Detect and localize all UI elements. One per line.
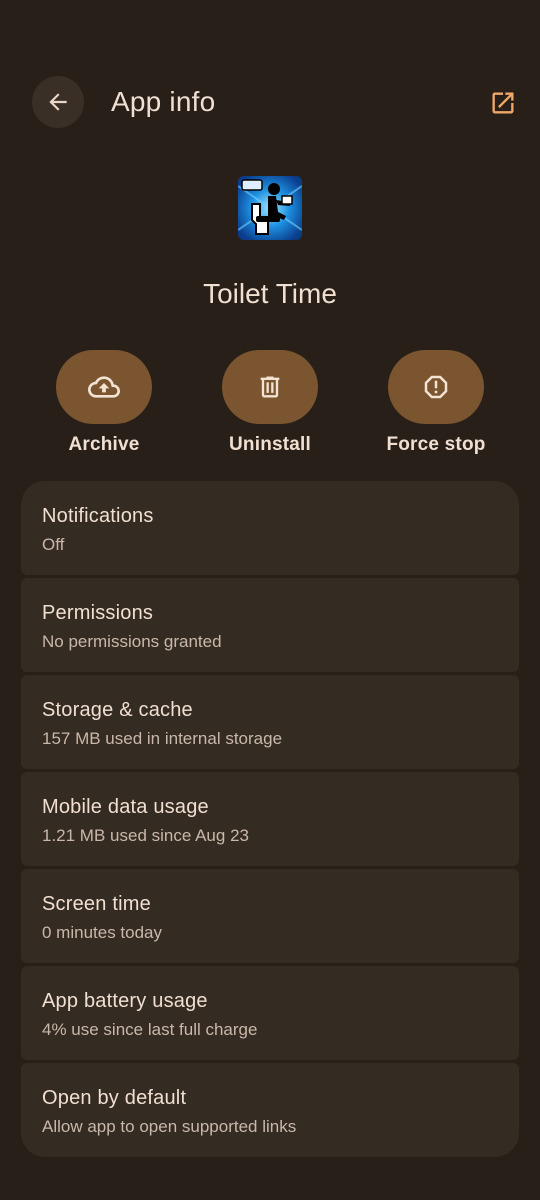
item-title: Notifications bbox=[42, 505, 154, 527]
item-subtitle: 157 MB used in internal storage bbox=[42, 729, 283, 748]
cloud-upload-icon bbox=[88, 376, 120, 398]
open-by-default-item[interactable]: Open by default Allow app to open suppor… bbox=[21, 1063, 519, 1157]
page-title: App info bbox=[111, 86, 216, 117]
item-title: App battery usage bbox=[42, 990, 208, 1012]
top-app-bar: App info bbox=[0, 0, 540, 205]
app-name: Toilet Time bbox=[203, 278, 337, 309]
force-stop-button[interactable]: Force stop bbox=[356, 350, 516, 456]
back-button[interactable] bbox=[32, 76, 84, 128]
open-app-button[interactable] bbox=[488, 88, 518, 118]
alert-octagon-icon bbox=[424, 375, 448, 399]
app-icon bbox=[238, 176, 302, 240]
arrow-back-icon bbox=[49, 93, 67, 111]
item-subtitle: 0 minutes today bbox=[42, 923, 163, 942]
item-title: Permissions bbox=[42, 602, 154, 624]
uninstall-label: Uninstall bbox=[228, 434, 312, 455]
open-in-new-icon bbox=[492, 92, 514, 114]
toilet-time-app-icon bbox=[238, 176, 302, 240]
action-buttons: Archive Uninstall Force stop bbox=[0, 350, 540, 460]
archive-label: Archive bbox=[68, 434, 140, 455]
settings-list: Notifications Off Permissions No permiss… bbox=[21, 481, 519, 1160]
item-subtitle: Off bbox=[42, 535, 65, 554]
item-subtitle: 1.21 MB used since Aug 23 bbox=[42, 826, 249, 845]
force-stop-label: Force stop bbox=[386, 434, 486, 455]
archive-button[interactable]: Archive bbox=[24, 350, 184, 456]
item-subtitle: No permissions granted bbox=[42, 632, 222, 651]
item-subtitle: Allow app to open supported links bbox=[42, 1117, 297, 1136]
uninstall-pill[interactable] bbox=[222, 350, 318, 424]
uninstall-button[interactable]: Uninstall bbox=[190, 350, 350, 456]
permissions-item[interactable]: Permissions No permissions granted bbox=[21, 578, 519, 672]
item-title: Open by default bbox=[42, 1087, 187, 1109]
item-title: Storage & cache bbox=[42, 699, 193, 721]
trash-icon bbox=[260, 376, 280, 398]
item-title: Mobile data usage bbox=[42, 796, 209, 818]
archive-pill[interactable] bbox=[56, 350, 152, 424]
item-title: Screen time bbox=[42, 893, 151, 915]
item-subtitle: 4% use since last full charge bbox=[42, 1020, 258, 1039]
notifications-item[interactable]: Notifications Off bbox=[21, 481, 519, 575]
app-battery-usage-item[interactable]: App battery usage 4% use since last full… bbox=[21, 966, 519, 1060]
mobile-data-usage-item[interactable]: Mobile data usage 1.21 MB used since Aug… bbox=[21, 772, 519, 866]
storage-cache-item[interactable]: Storage & cache 157 MB used in internal … bbox=[21, 675, 519, 769]
screen-time-item[interactable]: Screen time 0 minutes today bbox=[21, 869, 519, 963]
force-stop-pill[interactable] bbox=[388, 350, 484, 424]
